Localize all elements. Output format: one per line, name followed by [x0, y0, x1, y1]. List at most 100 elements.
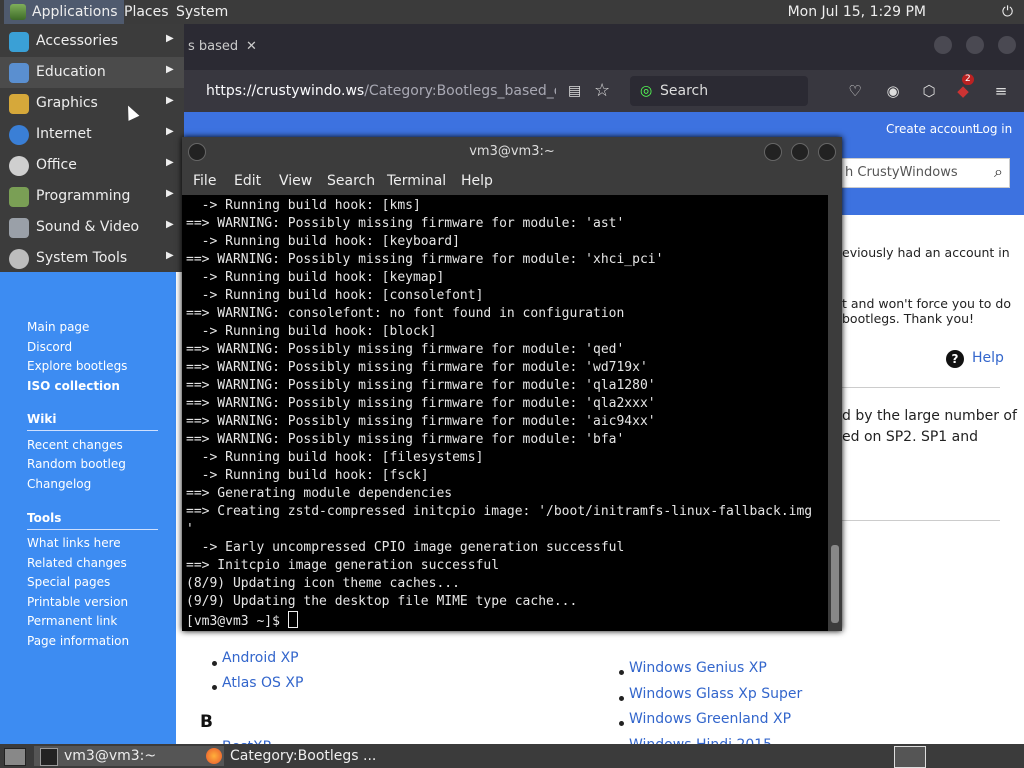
sidebar-link-page-info[interactable]: Page information — [27, 634, 129, 648]
sidebar-heading-wiki: Wiki — [27, 412, 57, 426]
extensions-icon[interactable]: ⬡ — [920, 82, 938, 100]
terminal-menu-help[interactable]: Help — [461, 173, 493, 189]
terminal-line: ' — [186, 522, 194, 537]
workspace-switcher[interactable] — [894, 746, 926, 768]
sidebar-link-permanent[interactable]: Permanent link — [27, 614, 117, 628]
terminal-line: -> Running build hook: [keyboard] — [201, 234, 460, 249]
sidebar-link-recent-changes[interactable]: Recent changes — [27, 438, 123, 452]
menu-item-label: Programming — [36, 188, 131, 204]
power-icon[interactable]: ⏻ — [1002, 4, 1018, 20]
minimize-icon[interactable] — [934, 36, 952, 54]
sidebar-link-special-pages[interactable]: Special pages — [27, 575, 110, 589]
sidebar-link-printable[interactable]: Printable version — [27, 595, 128, 609]
sidebar-divider — [27, 529, 158, 530]
browser-search-bar[interactable]: ◎ Search — [630, 76, 808, 106]
menu-item-internet[interactable]: Internet ▶ — [0, 119, 184, 150]
taskbar-item-firefox[interactable]: Category:Bootlegs ... — [200, 746, 400, 766]
menu-item-office[interactable]: Office ▶ — [0, 150, 184, 181]
menu-item-sound-video[interactable]: Sound & Video ▶ — [0, 212, 184, 243]
list-item-link[interactable]: Atlas OS XP — [222, 675, 303, 691]
help-icon: ? — [946, 350, 964, 368]
submenu-arrow-icon: ▶ — [166, 33, 174, 44]
minimize-icon[interactable] — [764, 143, 782, 161]
account-icon[interactable]: ◉ — [884, 82, 902, 100]
applications-logo-icon — [10, 4, 26, 20]
sidebar-link-main-page[interactable]: Main page — [27, 320, 89, 334]
sidebar-link-related-changes[interactable]: Related changes — [27, 556, 127, 570]
terminal-line: ==> Generating module dependencies — [186, 486, 453, 501]
tab-title: s based or — [188, 39, 240, 54]
submenu-arrow-icon: ▶ — [166, 64, 174, 75]
terminal-menu-terminal[interactable]: Terminal — [387, 173, 446, 189]
menu-item-graphics[interactable]: Graphics ▶ — [0, 88, 184, 119]
reader-view-icon[interactable]: ▤ — [568, 76, 581, 106]
terminal-line: ==> WARNING: Possibly missing firmware f… — [186, 396, 656, 411]
maximize-icon[interactable] — [966, 36, 984, 54]
list-item-link[interactable]: Windows Genius XP — [629, 660, 767, 676]
wiki-search-placeholder: h CrustyWindows — [845, 165, 958, 180]
content-text: eviously had an account in — [842, 245, 1010, 260]
terminal-line: ==> Creating zstd-compressed initcpio im… — [186, 504, 813, 519]
terminal-menu-edit[interactable]: Edit — [234, 173, 261, 189]
sidebar-link-changelog[interactable]: Changelog — [27, 477, 91, 491]
menu-item-label: Graphics — [36, 95, 98, 111]
search-engine-icon: ◎ — [640, 83, 653, 99]
tab-close-icon[interactable]: ✕ — [246, 30, 257, 64]
wiki-sidebar: Main page Discord Explore bootlegs ISO c… — [0, 215, 176, 744]
sound-video-icon — [9, 218, 29, 238]
terminal-menu-view[interactable]: View — [279, 173, 312, 189]
sidebar-link-explore[interactable]: Explore bootlegs — [27, 359, 127, 373]
submenu-arrow-icon: ▶ — [166, 95, 174, 106]
content-divider — [842, 387, 1000, 388]
places-menu[interactable]: Places — [118, 0, 175, 24]
terminal-titlebar[interactable]: vm3@vm3:~ — [182, 137, 842, 167]
search-icon[interactable]: ⌕ — [994, 162, 1003, 182]
sidebar-link-iso[interactable]: ISO collection — [27, 379, 120, 393]
scrollbar-thumb[interactable] — [831, 545, 839, 623]
list-item-link[interactable]: Windows Greenland XP — [629, 711, 791, 727]
submenu-arrow-icon: ▶ — [166, 126, 174, 137]
applications-menu[interactable]: Applications — [4, 0, 124, 24]
login-link[interactable]: Log in — [976, 122, 1012, 136]
list-item-link[interactable]: Android XP — [222, 650, 299, 666]
close-icon[interactable] — [998, 36, 1016, 54]
maximize-icon[interactable] — [791, 143, 809, 161]
taskbar-item-terminal[interactable]: vm3@vm3:~ — [34, 746, 224, 766]
browser-search-placeholder: Search — [660, 83, 709, 99]
terminal-menu-file[interactable]: File — [193, 173, 216, 189]
menu-item-accessories[interactable]: Accessories ▶ — [0, 26, 184, 57]
system-menu[interactable]: System — [170, 0, 234, 24]
create-account-link[interactable]: Create account — [886, 122, 978, 136]
terminal-menu-search[interactable]: Search — [327, 173, 375, 189]
hamburger-menu-icon[interactable]: ≡ — [992, 82, 1010, 100]
sidebar-link-what-links-here[interactable]: What links here — [27, 536, 121, 550]
list-item-link[interactable]: Windows Glass Xp Super — [629, 686, 802, 702]
terminal-scrollbar[interactable] — [828, 195, 842, 631]
menu-item-label: Internet — [36, 126, 92, 142]
menu-item-education[interactable]: Education ▶ — [0, 57, 184, 88]
browser-tab[interactable]: s based or ✕ — [180, 30, 280, 64]
menu-item-programming[interactable]: Programming ▶ — [0, 181, 184, 212]
terminal-line: -> Running build hook: [block] — [201, 324, 437, 339]
url-bar[interactable]: https://crustywindo.ws/Category:Bootlegs… — [196, 76, 618, 106]
terminal-line: ==> WARNING: Possibly missing firmware f… — [186, 378, 656, 393]
submenu-arrow-icon: ▶ — [166, 188, 174, 199]
sidebar-link-random[interactable]: Random bootleg — [27, 457, 126, 471]
menu-item-system-tools[interactable]: System Tools ▶ — [0, 243, 184, 274]
list-bullet — [212, 661, 217, 666]
terminal-output[interactable]: -> Running build hook: [kms] ==> WARNING… — [182, 195, 828, 631]
clock[interactable]: Mon Jul 15, 1:29 PM — [782, 0, 932, 24]
menu-item-label: Accessories — [36, 33, 119, 49]
section-letter: B — [200, 712, 213, 732]
pocket-icon[interactable]: ♡ — [846, 82, 864, 100]
education-icon — [9, 63, 29, 83]
terminal-line: -> Running build hook: [filesystems] — [201, 450, 484, 465]
submenu-arrow-icon: ▶ — [166, 219, 174, 230]
close-icon[interactable] — [818, 143, 836, 161]
applications-menu-label: Applications — [32, 4, 118, 20]
terminal-line: ==> Initcpio image generation successful — [186, 558, 500, 573]
sidebar-link-discord[interactable]: Discord — [27, 340, 72, 354]
bookmark-star-icon[interactable]: ☆ — [594, 76, 610, 106]
show-desktop-icon[interactable] — [4, 748, 26, 766]
graphics-icon — [9, 94, 29, 114]
